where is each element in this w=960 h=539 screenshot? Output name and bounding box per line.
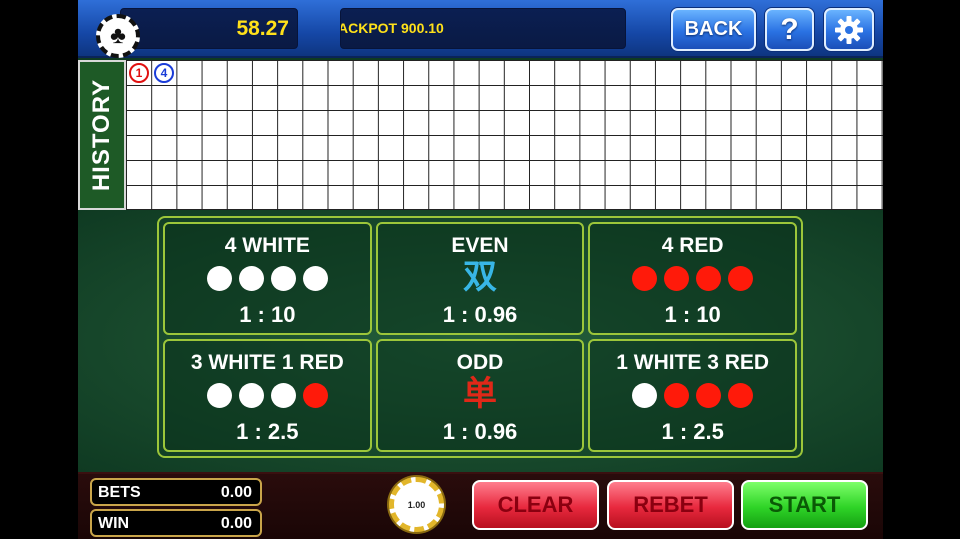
gear-icon (835, 15, 863, 44)
bet-even[interactable]: EVEN 双 1 : 0.96 (375, 222, 585, 335)
red-ball-icon (696, 266, 722, 291)
top-bar: 58.27 ♣ ACKPOT 900.10 BACK ? (78, 0, 883, 58)
white-ball-icon (238, 266, 264, 291)
win-value: 0.00 (220, 515, 252, 532)
jackpot-text: ACKPOT 900.10 (340, 20, 444, 36)
bet-title: EVEN (451, 234, 509, 257)
history-label: HISTORY (88, 78, 116, 192)
balance-value: 58.27 (236, 17, 289, 40)
bets-value: 0.00 (220, 484, 252, 501)
bet-odd[interactable]: ODD 单 1 : 0.96 (375, 339, 585, 452)
bet-odds: 1 : 2.5 (236, 419, 299, 444)
jackpot-ticker: ACKPOT 900.10 (340, 8, 626, 49)
bet-odds: 1 : 10 (239, 302, 296, 327)
white-ball-icon (238, 383, 264, 408)
bet-title: 4 RED (661, 234, 724, 257)
bet-title: 1 WHITE 3 RED (616, 351, 770, 374)
white-ball-icon (206, 383, 232, 408)
white-ball-icon (206, 266, 232, 291)
ball-row (165, 266, 370, 291)
bet-3-white-1-red[interactable]: 3 WHITE 1 RED 1 : 2.5 (163, 339, 372, 452)
even-glyph: 双 (462, 258, 497, 296)
settings-button[interactable] (824, 8, 874, 51)
betting-table: 4 WHITE 1 : 10 EVEN 双 1 : 0.96 4 RED 1:… (78, 210, 883, 472)
history-mark: 4 (154, 63, 174, 83)
help-button[interactable]: ? (765, 8, 814, 51)
white-ball-icon (270, 383, 296, 408)
white-ball-icon (270, 266, 296, 291)
white-ball-icon (632, 383, 658, 408)
bet-board: 4 WHITE 1 : 10 EVEN 双 1 : 0.96 4 RED 1:… (157, 216, 803, 458)
red-ball-icon (302, 383, 328, 408)
red-ball-icon (728, 383, 754, 408)
history-tab[interactable]: HISTORY (78, 60, 126, 210)
history-panel: HISTORY 1 4 (78, 60, 883, 210)
ball-row (590, 383, 795, 408)
start-button[interactable]: START (741, 480, 868, 530)
bet-title: 3 WHITE 1 RED (190, 351, 344, 374)
bet-odds: 1 : 10 (664, 302, 721, 327)
bets-display: BETS 0.00 (90, 478, 262, 506)
bet-1-white-3-red[interactable]: 1 WHITE 3 RED 1 : 2.5 (588, 339, 797, 452)
win-label: WIN (98, 515, 130, 532)
game-frame: 58.27 ♣ ACKPOT 900.10 BACK ? HISTORY 1 4… (78, 0, 883, 539)
bets-label: BETS (98, 484, 141, 501)
clear-button[interactable]: CLEAR (472, 480, 599, 530)
bet-title: ODD (456, 351, 504, 374)
bet-4-red[interactable]: 4 RED 1 : 10 (588, 222, 797, 335)
red-ball-icon (632, 266, 658, 291)
poker-chip-icon: ♣ (96, 14, 140, 58)
history-mark: 1 (129, 63, 149, 83)
red-ball-icon (664, 383, 690, 408)
red-ball-icon (696, 383, 722, 408)
win-display: WIN 0.00 (90, 509, 262, 537)
bet-title: 4 WHITE (224, 234, 310, 257)
back-button[interactable]: BACK (671, 8, 756, 51)
history-grid (126, 60, 883, 210)
ball-row (590, 266, 795, 291)
odd-glyph: 单 (462, 375, 497, 413)
bet-odds: 1 : 2.5 (661, 419, 724, 444)
white-ball-icon (302, 266, 328, 291)
chip-selector[interactable]: 1.00 (389, 477, 444, 532)
bottom-bar: BETS 0.00 WIN 0.00 1.00 CLEAR REBET STAR… (78, 472, 883, 539)
red-ball-icon (728, 266, 754, 291)
bet-odds: 1 : 0.96 (442, 419, 518, 444)
ball-row (165, 383, 370, 408)
balance-display: 58.27 (120, 8, 298, 49)
bet-4-white[interactable]: 4 WHITE 1 : 10 (163, 222, 372, 335)
red-ball-icon (664, 266, 690, 291)
bet-odds: 1 : 0.96 (442, 302, 518, 327)
rebet-button[interactable]: REBET (607, 480, 734, 530)
